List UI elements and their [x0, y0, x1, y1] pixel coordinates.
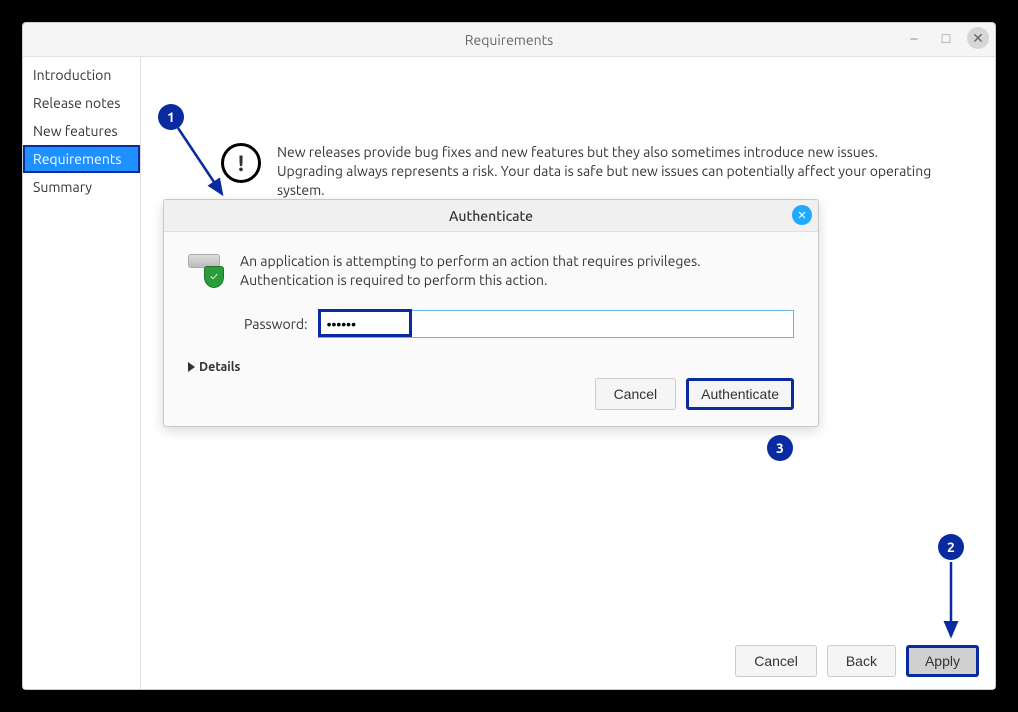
window-controls: – □ ✕	[903, 27, 989, 49]
cancel-button[interactable]: Cancel	[735, 645, 817, 677]
annotation-3: 3	[767, 435, 793, 461]
dialog-message: An application is attempting to perform …	[240, 252, 794, 290]
warning-text: New releases provide bug fixes and new f…	[277, 143, 937, 200]
sidebar-item-summary[interactable]: Summary	[23, 173, 140, 201]
sidebar-item-requirements[interactable]: Requirements	[23, 145, 140, 173]
sidebar: Introduction Release notes New features …	[23, 57, 141, 689]
dialog-title: Authenticate	[449, 208, 533, 224]
authenticate-button[interactable]: Authenticate	[686, 378, 794, 410]
annotation-2: 2	[938, 534, 964, 560]
annotation-1: 1	[158, 104, 184, 130]
sidebar-item-release-notes[interactable]: Release notes	[23, 89, 140, 117]
footer-buttons: Cancel Back Apply	[735, 645, 979, 677]
dialog-cancel-button[interactable]: Cancel	[595, 378, 677, 410]
window-title: Requirements	[465, 32, 553, 48]
authenticate-dialog: Authenticate ✕ ✓ An application is attem…	[163, 199, 819, 427]
minimize-button[interactable]: –	[903, 27, 925, 49]
dialog-close-button[interactable]: ✕	[792, 205, 812, 225]
sidebar-item-new-features[interactable]: New features	[23, 117, 140, 145]
back-button[interactable]: Back	[827, 645, 896, 677]
password-input[interactable]	[318, 310, 794, 338]
apply-button[interactable]: Apply	[906, 645, 979, 677]
titlebar: Requirements – □ ✕	[23, 23, 995, 57]
maximize-button[interactable]: □	[935, 27, 957, 49]
details-expander[interactable]: Details	[188, 360, 794, 374]
details-label: Details	[199, 360, 240, 374]
close-button[interactable]: ✕	[967, 27, 989, 49]
warning-icon: !	[221, 143, 261, 183]
key-shield-icon: ✓	[188, 252, 224, 288]
triangle-right-icon	[188, 362, 195, 372]
password-label: Password:	[244, 316, 308, 332]
sidebar-item-introduction[interactable]: Introduction	[23, 61, 140, 89]
dialog-titlebar: Authenticate ✕	[164, 200, 818, 232]
